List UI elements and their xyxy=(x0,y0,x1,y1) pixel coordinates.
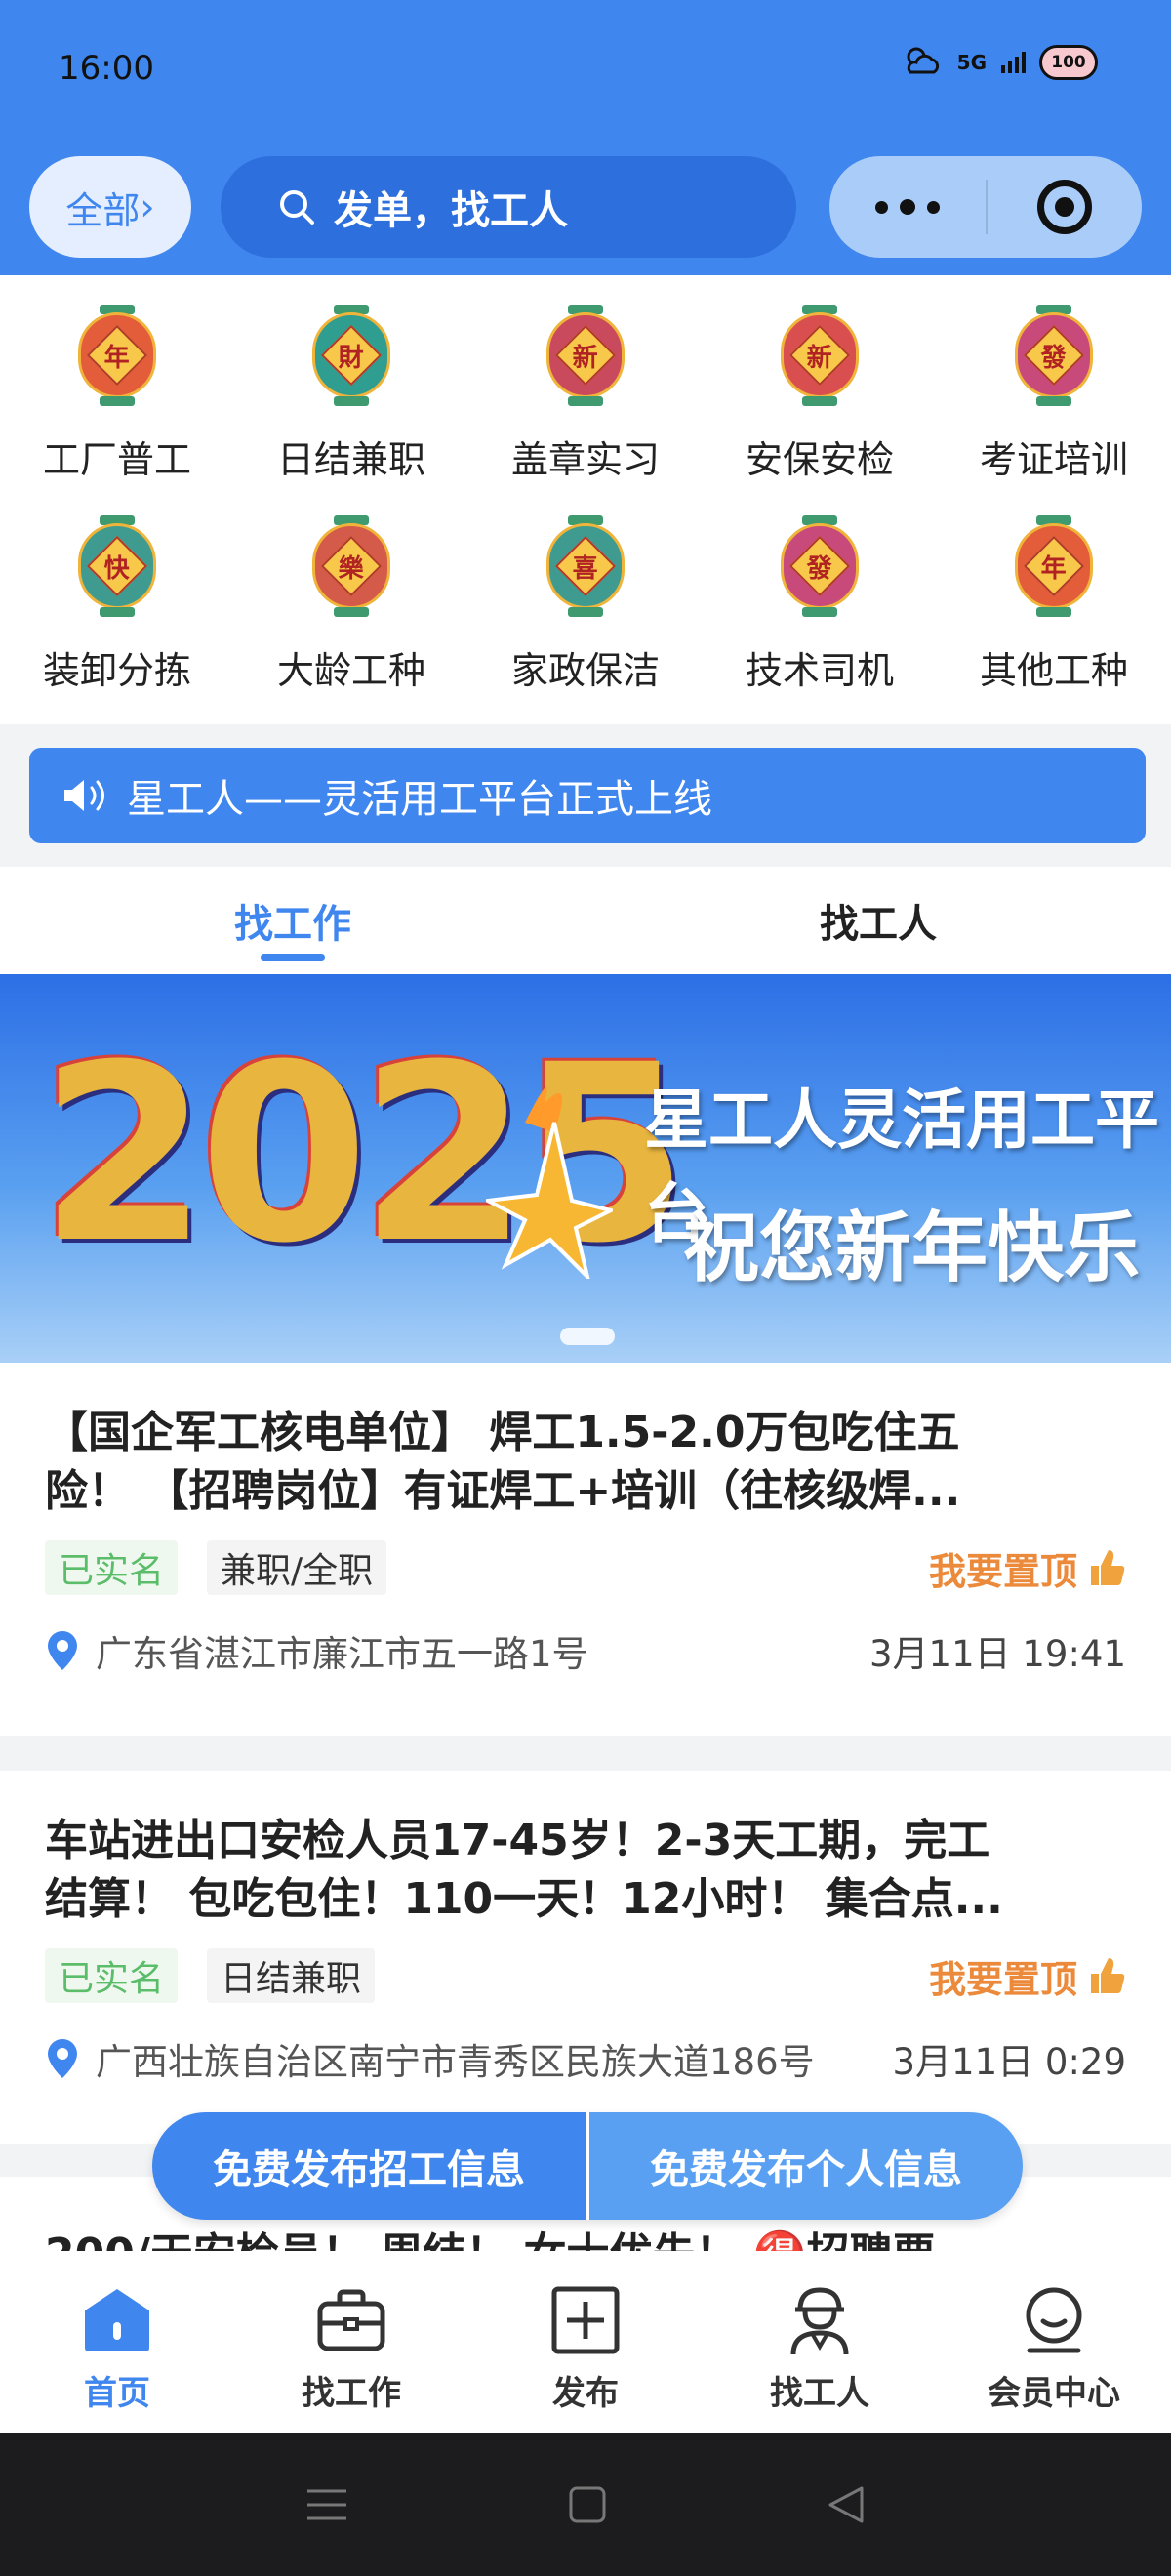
category-item[interactable]: 年工厂普工 xyxy=(0,287,234,498)
category-label: 技术司机 xyxy=(745,649,894,692)
job-address: 广东省湛江市廉江市五一路1号 xyxy=(96,1633,588,1675)
category-item[interactable]: 快装卸分拣 xyxy=(0,498,234,709)
post-job-button[interactable]: 免费发布招工信息 xyxy=(152,2112,589,2220)
category-label: 安保安检 xyxy=(745,438,894,481)
chevron-right-icon: › xyxy=(140,185,155,228)
lantern-icon: 新 xyxy=(546,305,625,406)
job-meta: 广西壮族自治区南宁市青秀区民族大道186号 3月11日 0:29 xyxy=(45,2032,1126,2085)
announcement-text: 星工人——灵活用工平台正式上线 xyxy=(127,777,712,822)
job-card[interactable]: 【国企军工核电单位】 焊工1.5-2.0万包吃住五 险！ 【招聘岗位】有证焊工+… xyxy=(0,1363,1171,1736)
promo-banner[interactable]: 2025 星工人灵活用工平台 祝您新年快乐 xyxy=(0,974,1171,1363)
category-item[interactable]: 發考证培训 xyxy=(937,287,1171,498)
category-label: 考证培训 xyxy=(979,438,1128,481)
thumbs-up-icon xyxy=(1091,1550,1125,1585)
lantern-icon: 年 xyxy=(1015,515,1093,617)
nav-home[interactable]: 首页 xyxy=(0,2251,234,2433)
lantern-icon: 新 xyxy=(781,305,859,406)
category-item[interactable]: 樂大龄工种 xyxy=(234,498,468,709)
category-item[interactable]: 新盖章实习 xyxy=(468,287,703,498)
battery-icon: 100 xyxy=(1039,45,1098,80)
category-label: 其他工种 xyxy=(979,649,1128,692)
tab-find-worker[interactable]: 找工人 xyxy=(586,867,1171,974)
location-pin-icon xyxy=(48,1631,77,1670)
banner-indicator xyxy=(560,1328,615,1345)
category-item[interactable]: 發技术司机 xyxy=(703,498,937,709)
nav-find-worker[interactable]: 找工人 xyxy=(703,2251,937,2433)
category-item[interactable]: 財日结兼职 xyxy=(234,287,468,498)
job-type-tag: 日结兼职 xyxy=(207,1948,376,2003)
weather-icon xyxy=(907,47,939,74)
job-address: 广西壮族自治区南宁市青秀区民族大道186号 xyxy=(96,2041,815,2083)
tab-find-job[interactable]: 找工作 xyxy=(0,867,586,974)
location-pin-icon xyxy=(48,2039,77,2078)
job-title: 【国企军工核电单位】 焊工1.5-2.0万包吃住五 险！ 【招聘岗位】有证焊工+… xyxy=(45,1408,961,1516)
menu-icon[interactable] xyxy=(305,2485,348,2524)
plus-square-icon xyxy=(549,2284,622,2356)
status-time: 16:00 xyxy=(59,49,154,88)
lantern-icon: 年 xyxy=(78,305,156,406)
lantern-icon: 發 xyxy=(1015,305,1093,406)
all-label: 全部 xyxy=(65,188,141,232)
nav-member-center[interactable]: 会员中心 xyxy=(937,2251,1171,2433)
tab-bar: 找工作 找工人 xyxy=(0,867,1171,974)
network-label: 5G xyxy=(956,51,987,74)
category-label: 大龄工种 xyxy=(276,649,425,692)
app-header: 16:00 5G 100 全部 › 发单，找工人 xyxy=(0,0,1171,275)
home-square-icon[interactable] xyxy=(568,2485,607,2524)
search-placeholder: 发单，找工人 xyxy=(334,188,568,233)
system-nav-bar xyxy=(0,2433,1171,2576)
job-tags: 已实名 日结兼职 我要置顶 xyxy=(45,1948,1126,2003)
status-icons: 5G 100 xyxy=(901,43,1098,82)
category-item[interactable]: 喜家政保洁 xyxy=(468,498,703,709)
lantern-icon: 財 xyxy=(312,305,390,406)
nav-find-job[interactable]: 找工作 xyxy=(234,2251,468,2433)
job-time: 3月11日 19:41 xyxy=(868,1633,1126,1675)
category-grid: 年工厂普工財日结兼职新盖章实习新安保安检發考证培训快装卸分拣樂大龄工种喜家政保洁… xyxy=(0,275,1171,724)
lantern-icon: 快 xyxy=(78,515,156,617)
verified-badge: 已实名 xyxy=(45,1540,179,1595)
back-icon[interactable] xyxy=(827,2484,866,2525)
lantern-icon: 發 xyxy=(781,515,859,617)
category-label: 盖章实习 xyxy=(510,438,660,481)
banner-subtitle: 祝您新年快乐 xyxy=(683,1205,1141,1292)
nav-publish[interactable]: 发布 xyxy=(468,2251,703,2433)
job-tags: 已实名 兼职/全职 我要置顶 xyxy=(45,1540,1126,1595)
home-icon xyxy=(81,2284,153,2356)
category-item[interactable]: 年其他工种 xyxy=(937,498,1171,709)
job-meta: 广东省湛江市廉江市五一路1号 3月11日 19:41 xyxy=(45,1624,1126,1677)
all-categories-button[interactable]: 全部 › xyxy=(29,156,191,258)
bottom-nav: 首页 找工作 发布 找工人 会员中心 xyxy=(0,2251,1171,2433)
member-icon xyxy=(1018,2284,1090,2356)
search-input[interactable]: 发单，找工人 xyxy=(221,156,796,258)
briefcase-icon xyxy=(315,2284,387,2356)
close-miniprogram-icon[interactable] xyxy=(988,156,1142,258)
category-label: 家政保洁 xyxy=(510,649,660,692)
signal-icon xyxy=(1001,52,1026,73)
category-item[interactable]: 新安保安检 xyxy=(703,287,937,498)
pin-to-top-button[interactable]: 我要置顶 xyxy=(929,1949,1126,2003)
post-personal-button[interactable]: 免费发布个人信息 xyxy=(589,2112,1023,2220)
miniprogram-capsule xyxy=(829,156,1142,258)
thumbs-up-icon xyxy=(1091,1958,1125,1993)
verified-badge: 已实名 xyxy=(45,1948,179,2003)
announcement-bar[interactable]: 星工人——灵活用工平台正式上线 xyxy=(29,748,1146,843)
worker-icon xyxy=(784,2284,856,2356)
lantern-icon: 喜 xyxy=(546,515,625,617)
floating-post-buttons: 免费发布招工信息 免费发布个人信息 xyxy=(152,2112,1023,2220)
lantern-icon: 樂 xyxy=(312,515,390,617)
job-card[interactable]: 车站进出口安检人员17-45岁！2-3天工期，完工 结算！ 包吃包住！110一天… xyxy=(0,1771,1171,2144)
search-icon xyxy=(280,190,314,225)
speaker-icon xyxy=(64,780,104,811)
job-title: 车站进出口安检人员17-45岁！2-3天工期，完工 结算！ 包吃包住！110一天… xyxy=(45,1816,1003,1924)
pin-to-top-button[interactable]: 我要置顶 xyxy=(929,1541,1126,1595)
category-label: 工厂普工 xyxy=(42,438,191,481)
category-label: 装卸分拣 xyxy=(42,649,191,692)
category-label: 日结兼职 xyxy=(276,438,425,481)
more-icon[interactable] xyxy=(829,156,986,258)
job-type-tag: 兼职/全职 xyxy=(207,1540,387,1595)
star-logo-icon xyxy=(486,1087,613,1279)
job-time: 3月11日 0:29 xyxy=(892,2041,1126,2083)
